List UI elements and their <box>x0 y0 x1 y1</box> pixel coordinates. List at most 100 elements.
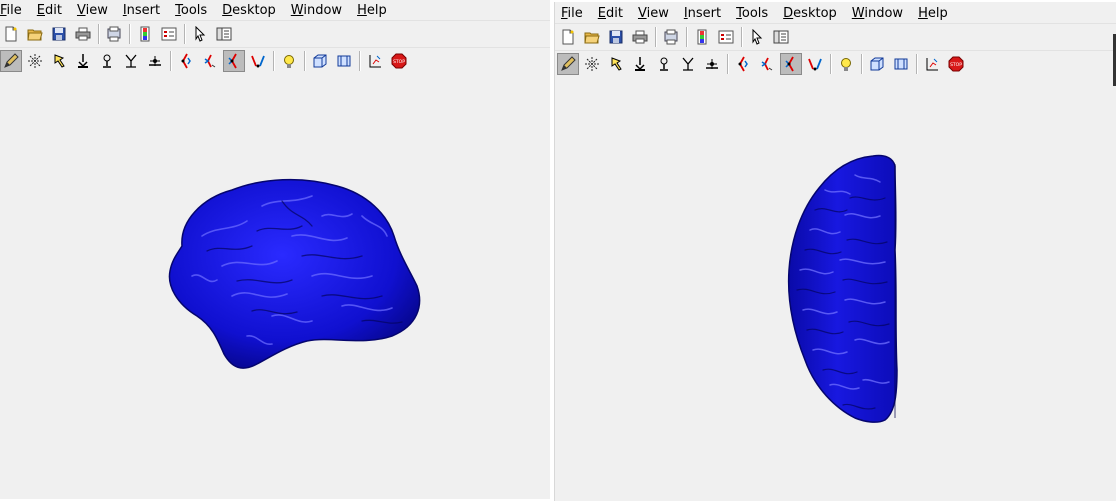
new-file-button[interactable] <box>0 23 22 45</box>
light-button[interactable] <box>247 50 269 72</box>
print-button[interactable] <box>72 23 94 45</box>
menu-help[interactable]: Help <box>918 6 948 21</box>
save-button[interactable] <box>48 23 70 45</box>
brain-side-view[interactable] <box>162 176 432 376</box>
print-preview-button[interactable] <box>103 23 125 45</box>
projection-flat-button[interactable] <box>866 53 888 75</box>
menu-edit[interactable]: Edit <box>598 6 623 21</box>
projection-cube-button[interactable] <box>835 53 857 75</box>
print-preview-button[interactable] <box>660 26 682 48</box>
menu-window[interactable]: Window <box>291 3 342 18</box>
scene-axes2-icon <box>367 53 383 69</box>
print-button[interactable] <box>629 26 651 48</box>
open-folder-button[interactable] <box>24 23 46 45</box>
toolbar-separator <box>916 54 917 74</box>
scene-axes2-button[interactable] <box>921 53 943 75</box>
legend-button[interactable] <box>158 23 180 45</box>
camera-roll-button[interactable] <box>756 53 778 75</box>
menu-insert[interactable]: Insert <box>123 3 160 18</box>
scene-axes-button[interactable] <box>333 50 355 72</box>
save-button[interactable] <box>605 26 627 48</box>
stop-icon: STOP <box>391 53 407 69</box>
camera-move-icon <box>178 53 194 69</box>
rotate-button[interactable] <box>96 50 118 72</box>
projection-cube-button[interactable] <box>278 50 300 72</box>
pointer-arrow-button[interactable] <box>746 26 768 48</box>
menu-view[interactable]: View <box>638 6 669 21</box>
stop-button[interactable]: STOP <box>388 50 410 72</box>
pointer-arrow-button[interactable] <box>189 23 211 45</box>
brain-top-view[interactable] <box>785 150 905 425</box>
print-icon <box>75 26 91 42</box>
pointer-arrow-icon <box>749 29 765 45</box>
camera-orbit-icon <box>704 56 720 72</box>
projection-cube-icon <box>281 53 297 69</box>
light-button[interactable] <box>804 53 826 75</box>
rotate-3d-icon <box>226 53 242 69</box>
camera-move-button[interactable] <box>175 50 197 72</box>
legend-icon <box>161 26 177 42</box>
zoom-button[interactable] <box>581 53 603 75</box>
camera-orbit-icon <box>147 53 163 69</box>
plot-area[interactable] <box>0 80 550 499</box>
align-button[interactable] <box>677 53 699 75</box>
scene-axes2-button[interactable] <box>364 50 386 72</box>
edit-plot-icon <box>3 53 19 69</box>
pan-button[interactable] <box>72 50 94 72</box>
menu-file[interactable]: File <box>561 6 583 21</box>
legend-button[interactable] <box>715 26 737 48</box>
zoom-icon <box>584 56 600 72</box>
save-icon <box>608 29 624 45</box>
zoom-button[interactable] <box>24 50 46 72</box>
menu-edit[interactable]: Edit <box>37 3 62 18</box>
new-file-button[interactable] <box>557 26 579 48</box>
colorbar-button[interactable] <box>691 26 713 48</box>
menu-help[interactable]: Help <box>357 3 387 18</box>
camera-roll-icon <box>202 53 218 69</box>
property-editor-button[interactable] <box>213 23 235 45</box>
projection-flat-button[interactable] <box>309 50 331 72</box>
svg-text:STOP: STOP <box>393 59 405 65</box>
colorbar-button[interactable] <box>134 23 156 45</box>
toolbar-separator <box>655 27 656 47</box>
rotate-button[interactable] <box>653 53 675 75</box>
open-folder-icon <box>27 26 43 42</box>
camera-orbit-button[interactable] <box>701 53 723 75</box>
property-editor-button[interactable] <box>770 26 792 48</box>
scene-axes-button[interactable] <box>890 53 912 75</box>
projection-cube-icon <box>838 56 854 72</box>
data-cursor-icon <box>608 56 624 72</box>
property-editor-icon <box>773 29 789 45</box>
toolbar-separator <box>304 51 305 71</box>
rotate-3d-button[interactable] <box>780 53 802 75</box>
camera-move-button[interactable] <box>732 53 754 75</box>
edit-plot-button[interactable] <box>557 53 579 75</box>
menu-insert[interactable]: Insert <box>684 6 721 21</box>
camera-toolbar: STOP <box>555 50 1116 77</box>
rotate-3d-button[interactable] <box>223 50 245 72</box>
projection-flat-icon <box>869 56 885 72</box>
menu-desktop[interactable]: Desktop <box>222 3 276 18</box>
figure-window-right: File Edit View Insert Tools Desktop Wind… <box>554 2 1116 501</box>
open-folder-button[interactable] <box>581 26 603 48</box>
plot-area[interactable] <box>555 86 1116 501</box>
legend-icon <box>718 29 734 45</box>
camera-orbit-button[interactable] <box>144 50 166 72</box>
menu-file[interactable]: File <box>0 3 22 18</box>
edit-plot-button[interactable] <box>0 50 22 72</box>
toolbar-separator <box>184 24 185 44</box>
pan-button[interactable] <box>629 53 651 75</box>
stop-button[interactable]: STOP <box>945 53 967 75</box>
data-cursor-button[interactable] <box>605 53 627 75</box>
align-button[interactable] <box>120 50 142 72</box>
menu-window[interactable]: Window <box>852 6 903 21</box>
camera-roll-button[interactable] <box>199 50 221 72</box>
data-cursor-button[interactable] <box>48 50 70 72</box>
menu-tools[interactable]: Tools <box>736 6 768 21</box>
menu-desktop[interactable]: Desktop <box>783 6 837 21</box>
menu-tools[interactable]: Tools <box>175 3 207 18</box>
new-file-icon <box>3 26 19 42</box>
data-cursor-icon <box>51 53 67 69</box>
menu-view[interactable]: View <box>77 3 108 18</box>
brain-surface <box>168 178 421 369</box>
